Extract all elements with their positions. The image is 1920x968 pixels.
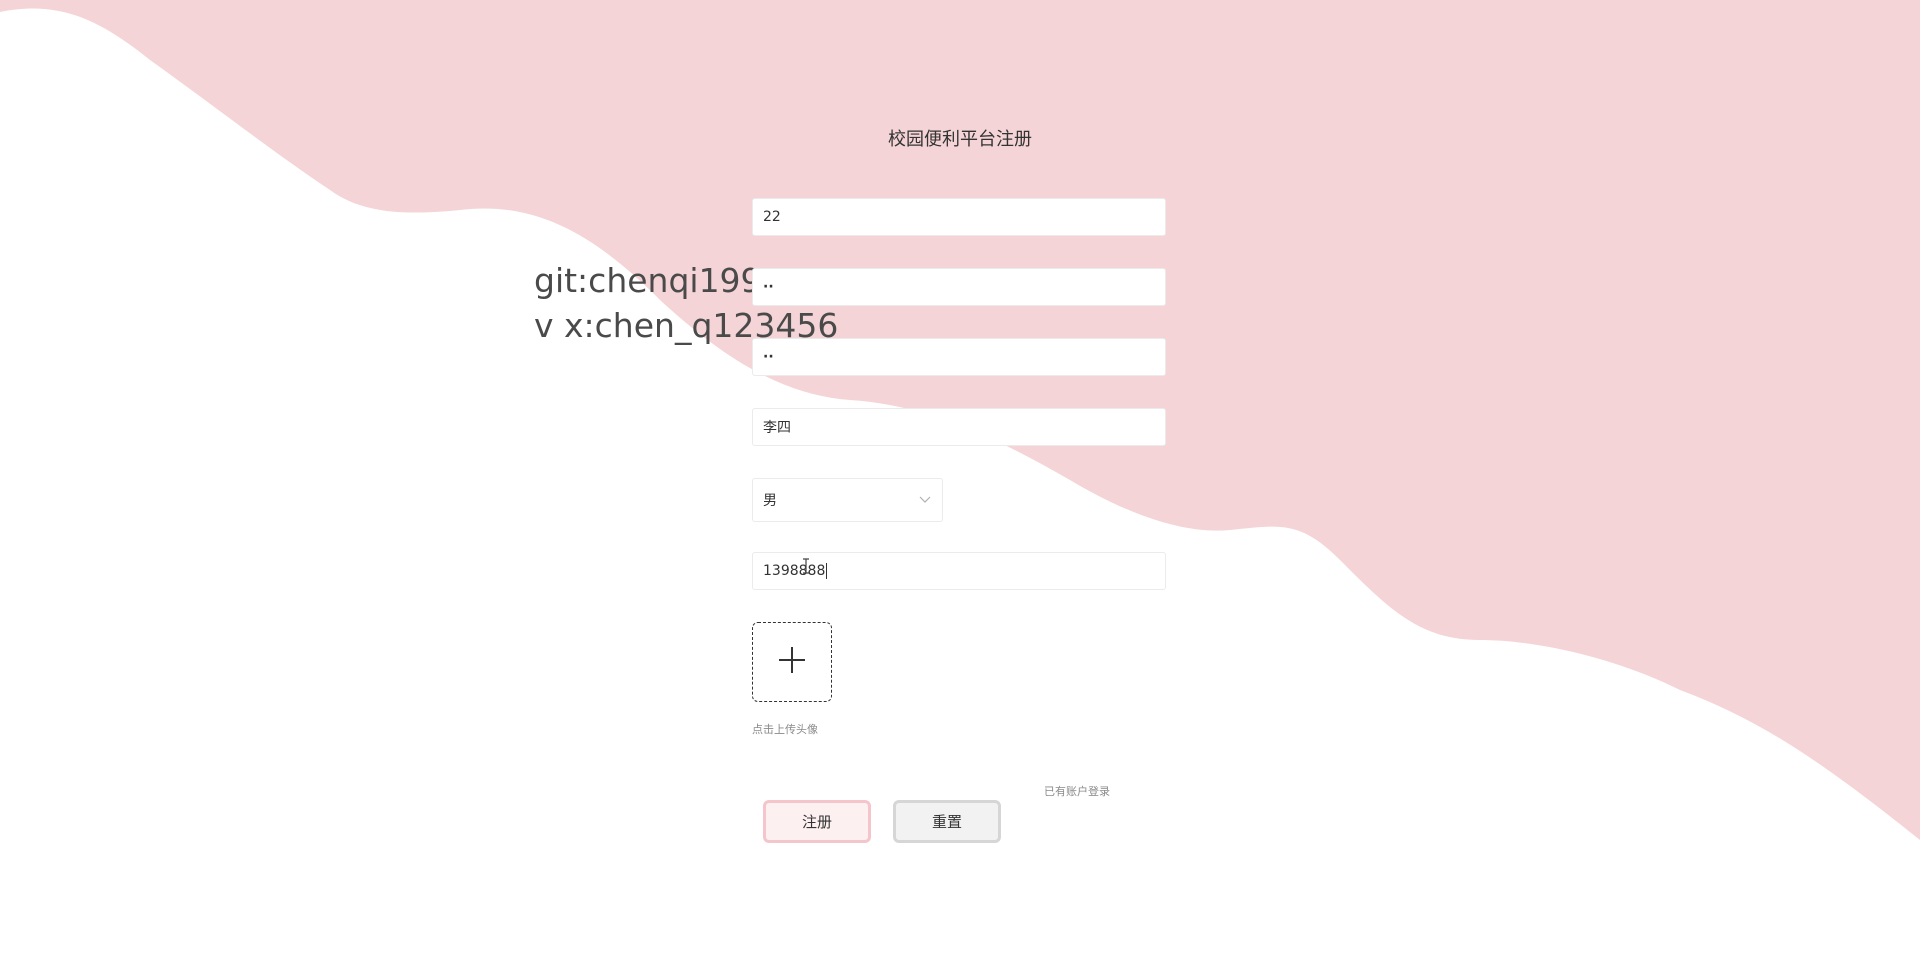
chevron-down-icon: [918, 493, 932, 507]
phone-field[interactable]: 1398888: [752, 552, 1166, 590]
name-field[interactable]: 李四: [752, 408, 1166, 446]
text-caret: [826, 563, 828, 579]
username-input[interactable]: [763, 209, 1165, 225]
upload-hint-text: 点击上传头像: [752, 723, 818, 736]
gender-select-value: 男: [763, 493, 777, 509]
ibeam-cursor-icon: [802, 558, 810, 574]
password-field[interactable]: ··: [752, 268, 1166, 306]
phone-input[interactable]: 1398888: [763, 563, 825, 579]
reset-button[interactable]: 重置: [893, 800, 1001, 843]
gender-select[interactable]: 男: [752, 478, 943, 522]
login-link[interactable]: 已有账户登录: [1044, 783, 1110, 799]
confirm-password-field[interactable]: ··: [752, 338, 1166, 376]
register-page: git:chenqi199 v x:chen_q123456 校园便利平台注册 …: [0, 0, 1920, 968]
username-field[interactable]: [752, 198, 1166, 236]
name-input[interactable]: 李四: [763, 417, 791, 437]
password-input[interactable]: ··: [763, 279, 774, 295]
plus-icon: [777, 645, 807, 679]
page-title: 校园便利平台注册: [0, 125, 1920, 151]
avatar-upload-button[interactable]: [752, 622, 832, 702]
register-button[interactable]: 注册: [763, 800, 871, 843]
confirm-password-input[interactable]: ··: [763, 349, 774, 365]
page-title-text: 校园便利平台注册: [888, 129, 1032, 150]
